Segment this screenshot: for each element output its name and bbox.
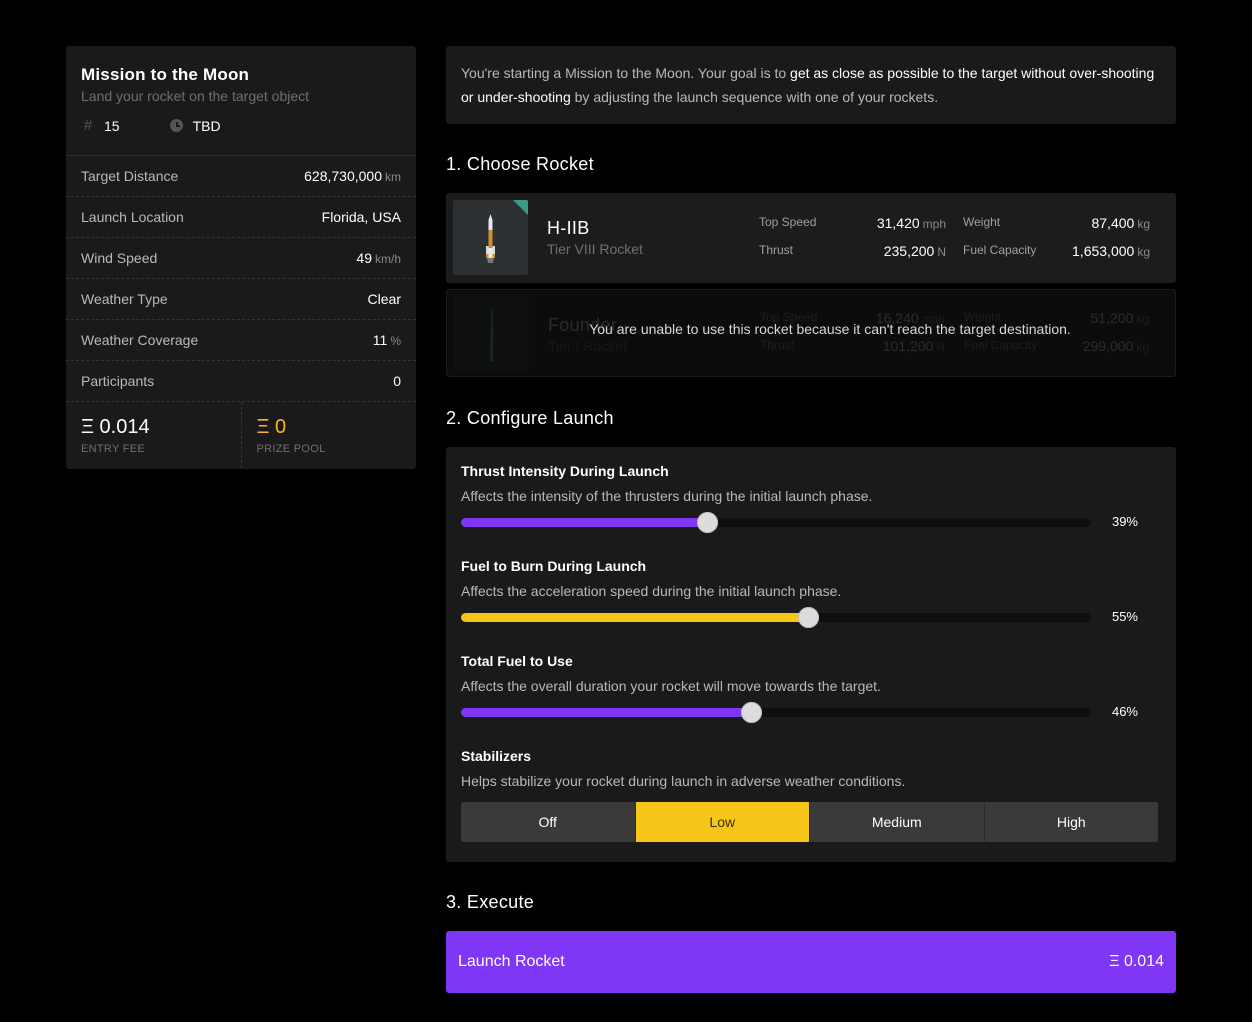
mission-number-value: 15 xyxy=(104,117,120,134)
spec-label-weight: Weight xyxy=(963,215,1001,229)
entry-fee-label: ENTRY FEE xyxy=(81,443,146,455)
prize-pool-value: Ξ 0 xyxy=(256,416,287,438)
stabilizer-option-medium[interactable]: Medium xyxy=(809,802,984,842)
intro-text-end: by adjusting the launch sequence with on… xyxy=(570,89,939,105)
total-fuel-description: Affects the overall duration your rocket… xyxy=(461,678,881,694)
spec-value-thrust: 235,200 N xyxy=(883,243,946,259)
stat-unit: km/h xyxy=(374,252,401,266)
section-choose-rocket: 1. Choose Rocket xyxy=(446,154,594,174)
mission-number: # 15 xyxy=(81,117,120,134)
stabilizers-selector: Off Low Medium High xyxy=(461,802,1158,842)
thrust-slider-handle[interactable] xyxy=(697,512,718,533)
stabilizer-option-low[interactable]: Low xyxy=(634,802,809,842)
fuel-burn-slider-handle[interactable] xyxy=(798,607,819,628)
stat-label: Participants xyxy=(81,373,155,389)
total-fuel-title: Total Fuel to Use xyxy=(461,653,573,669)
rocket-image xyxy=(453,200,528,275)
entry-fee: Ξ 0.014 ENTRY FEE xyxy=(66,402,241,468)
stat-value: Clear xyxy=(367,291,401,307)
stabilizers-title: Stabilizers xyxy=(461,748,532,764)
spec-value-fuel-capacity: 1,653,000 kg xyxy=(1072,243,1150,259)
stabilizer-option-off[interactable]: Off xyxy=(461,802,635,842)
stat-wind-speed: Wind Speed 49 km/h xyxy=(66,238,416,279)
launch-price: Ξ 0.014 xyxy=(1109,953,1164,970)
stat-label: Weather Type xyxy=(81,291,168,307)
spec-value-top-speed: 31,420 mph xyxy=(876,215,946,231)
stabilizers-description: Helps stabilize your rocket during launc… xyxy=(461,773,906,789)
clock-icon xyxy=(170,119,184,132)
thrust-title: Thrust Intensity During Launch xyxy=(461,463,669,479)
total-fuel-slider-fill xyxy=(461,708,751,717)
stat-unit: km xyxy=(385,170,401,184)
spec-value-thrust: 101,200 N xyxy=(882,338,945,354)
mission-subtitle: Land your rocket on the target object xyxy=(81,88,310,104)
launch-config-panel: Thrust Intensity During Launch Affects t… xyxy=(446,447,1176,862)
stat-value: 11 xyxy=(372,332,388,348)
stat-value: 0 xyxy=(393,373,401,389)
stat-label: Weather Coverage xyxy=(81,332,199,348)
stat-label: Target Distance xyxy=(81,168,179,184)
mission-intro: You're starting a Mission to the Moon. Y… xyxy=(446,46,1176,124)
thrust-slider[interactable] xyxy=(461,512,1091,533)
rocket-tier: Tier VIII Rocket xyxy=(547,241,643,257)
total-fuel-slider-handle[interactable] xyxy=(741,702,762,723)
stat-participants: Participants 0 xyxy=(66,361,416,402)
rocket-name: H-IIB xyxy=(547,218,590,238)
fuel-burn-description: Affects the acceleration speed during th… xyxy=(461,583,842,599)
spec-label-fuel-capacity: Fuel Capacity xyxy=(964,338,1038,352)
thrust-description: Affects the intensity of the thrusters d… xyxy=(461,488,873,504)
prize-pool: Ξ 0 PRIZE POOL xyxy=(240,402,417,468)
fee-row: Ξ 0.014 ENTRY FEE Ξ 0 PRIZE POOL xyxy=(66,402,416,468)
selected-corner-marker xyxy=(513,200,528,215)
thrust-percent: 39% xyxy=(1111,514,1138,529)
stat-weather-coverage: Weather Coverage 11% xyxy=(66,320,416,361)
thrust-slider-fill xyxy=(461,518,707,527)
mission-title: Mission to the Moon xyxy=(81,65,250,84)
total-fuel-slider[interactable] xyxy=(461,702,1091,723)
mission-time-value: TBD xyxy=(192,117,221,134)
fuel-burn-title: Fuel to Burn During Launch xyxy=(461,558,647,574)
stat-launch-location: Launch Location Florida, USA xyxy=(66,197,416,238)
stat-target-distance: Target Distance 628,730,000 km xyxy=(66,156,416,197)
stat-value: Florida, USA xyxy=(321,209,401,225)
fuel-burn-slider[interactable] xyxy=(461,607,1091,628)
stabilizer-option-high[interactable]: High xyxy=(983,802,1158,842)
spec-label-top-speed: Top Speed xyxy=(759,215,817,229)
mission-header: Mission to the Moon Land your rocket on … xyxy=(66,46,416,156)
fuel-burn-slider-fill xyxy=(461,613,808,622)
spec-value-weight: 87,400 kg xyxy=(1091,215,1150,231)
launch-rocket-button[interactable]: Launch Rocket Ξ 0.014 xyxy=(446,931,1176,993)
stat-weather-type: Weather Type Clear xyxy=(66,279,416,320)
fuel-burn-percent: 55% xyxy=(1111,609,1138,624)
stat-value: 49 xyxy=(356,250,372,266)
entry-fee-value: Ξ 0.014 xyxy=(81,416,150,438)
hash-icon: # xyxy=(83,117,93,134)
rocket-disabled-message: You are unable to use this rocket becaus… xyxy=(589,321,1071,337)
mission-time: TBD xyxy=(170,118,221,134)
rocket-tier: Tier I Rocket xyxy=(548,338,627,354)
total-fuel-percent: 46% xyxy=(1111,704,1138,719)
spec-label-fuel-capacity: Fuel Capacity xyxy=(963,243,1037,257)
spec-label-thrust: Thrust xyxy=(759,243,794,257)
spec-value-fuel-capacity: 299,000 kg xyxy=(1082,338,1149,354)
section-configure-launch: 2. Configure Launch xyxy=(446,408,614,428)
spec-label-thrust: Thrust xyxy=(760,338,795,352)
mission-meta: # 15 TBD xyxy=(81,117,401,134)
intro-text: You're starting a Mission to the Moon. Y… xyxy=(461,65,791,81)
mission-info-card: Mission to the Moon Land your rocket on … xyxy=(66,46,416,469)
stat-value: 628,730,000 xyxy=(304,168,382,184)
stat-unit: % xyxy=(390,334,401,348)
stat-label: Launch Location xyxy=(81,209,184,225)
prize-pool-label: PRIZE POOL xyxy=(256,443,326,455)
rocket-card-h-iib[interactable]: H-IIB Tier VIII Rocket Top Speed 31,420 m… xyxy=(446,193,1176,283)
stat-label: Wind Speed xyxy=(81,250,158,266)
section-execute: 3. Execute xyxy=(446,892,535,912)
rocket-card-founder: Founder Tier I Rocket Top Speed 16,240 mp… xyxy=(446,289,1176,377)
launch-label: Launch Rocket xyxy=(458,953,565,970)
